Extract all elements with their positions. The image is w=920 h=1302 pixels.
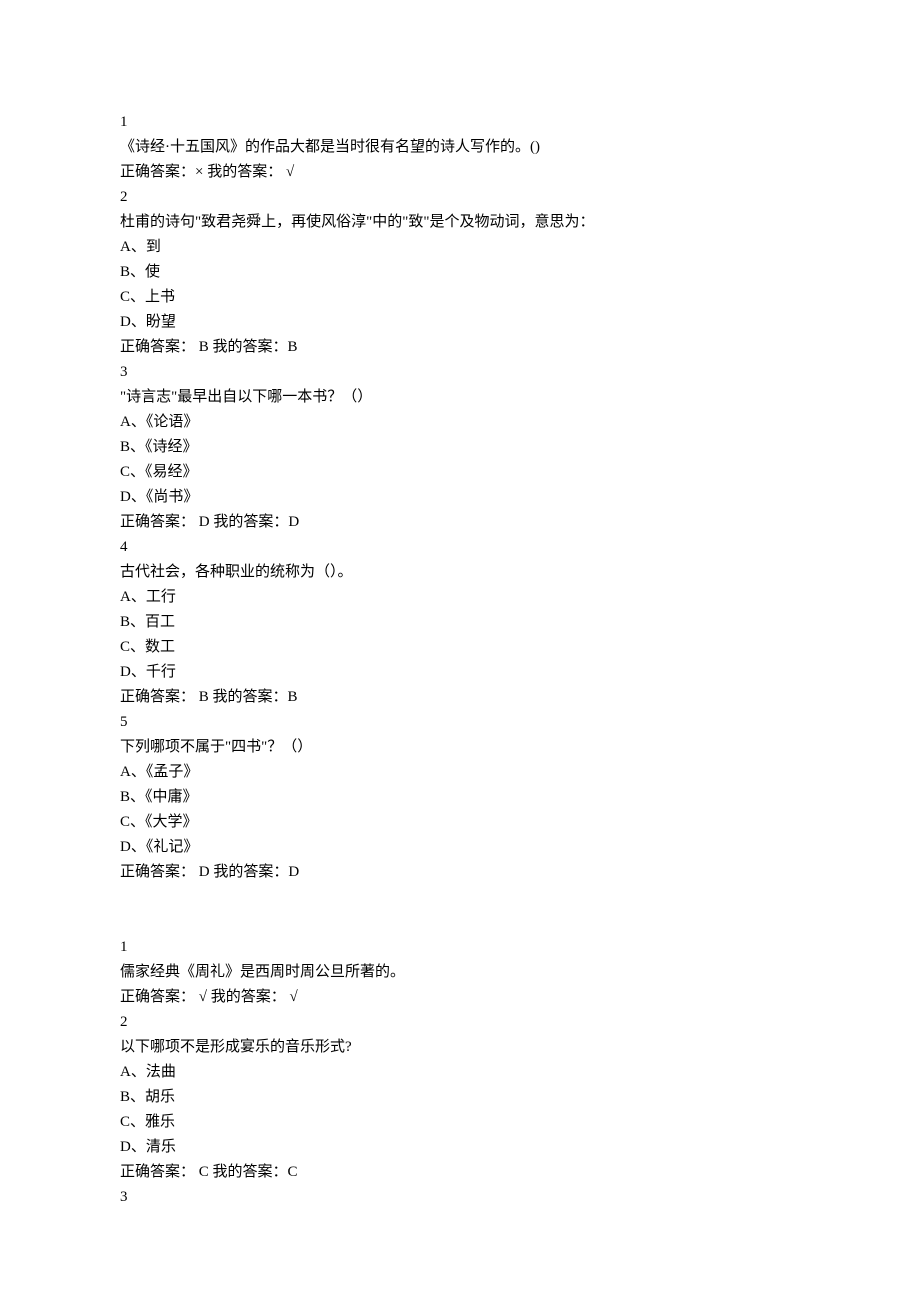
option-a: A、《论语》 (120, 410, 800, 434)
option-a: A、工行 (120, 585, 800, 609)
question-number: 5 (120, 710, 800, 734)
answer-line: 正确答案： C 我的答案：C (120, 1160, 800, 1184)
answer-line: 正确答案： D 我的答案：D (120, 860, 800, 884)
s1-q4: 4 古代社会，各种职业的统称为（）。 A、工行 B、百工 C、数工 D、千行 正… (120, 535, 800, 709)
option-c: C、《易经》 (120, 460, 800, 484)
option-d: D、千行 (120, 660, 800, 684)
quiz-document: 1 《诗经·十五国风》的作品大都是当时很有名望的诗人写作的。() 正确答案：× … (120, 110, 800, 1209)
options: A、《孟子》 B、《中庸》 C、《大学》 D、《礼记》 (120, 760, 800, 859)
question-text: 杜甫的诗句"致君尧舜上，再使风俗淳"中的"致"是个及物动词，意思为： (120, 210, 800, 234)
options: A、到 B、使 C、上书 D、盼望 (120, 235, 800, 334)
answer-line: 正确答案：× 我的答案： √ (120, 160, 800, 184)
option-a: A、法曲 (120, 1060, 800, 1084)
option-d: D、《尚书》 (120, 485, 800, 509)
question-number: 4 (120, 535, 800, 559)
option-b: B、使 (120, 260, 800, 284)
option-d: D、清乐 (120, 1135, 800, 1159)
s2-q2: 2 以下哪项不是形成宴乐的音乐形式? A、法曲 B、胡乐 C、雅乐 D、清乐 正… (120, 1010, 800, 1184)
option-b: B、《中庸》 (120, 785, 800, 809)
question-text: 下列哪项不属于"四书"？（） (120, 735, 800, 759)
option-c: C、数工 (120, 635, 800, 659)
option-b: B、胡乐 (120, 1085, 800, 1109)
question-text: "诗言志"最早出自以下哪一本书？（） (120, 385, 800, 409)
s2-q1: 1 儒家经典《周礼》是西周时周公旦所著的。 正确答案： √ 我的答案： √ (120, 935, 800, 1009)
s1-q5: 5 下列哪项不属于"四书"？（） A、《孟子》 B、《中庸》 C、《大学》 D、… (120, 710, 800, 884)
s1-q1: 1 《诗经·十五国风》的作品大都是当时很有名望的诗人写作的。() 正确答案：× … (120, 110, 800, 184)
question-number: 1 (120, 110, 800, 134)
section-divider (120, 885, 800, 935)
s2-q3: 3 (120, 1185, 800, 1209)
answer-line: 正确答案： B 我的答案：B (120, 335, 800, 359)
question-number: 2 (120, 185, 800, 209)
option-d: D、盼望 (120, 310, 800, 334)
question-number: 3 (120, 360, 800, 384)
question-text: 古代社会，各种职业的统称为（）。 (120, 560, 800, 584)
question-number: 1 (120, 935, 800, 959)
s1-q3: 3 "诗言志"最早出自以下哪一本书？（） A、《论语》 B、《诗经》 C、《易经… (120, 360, 800, 534)
question-text: 儒家经典《周礼》是西周时周公旦所著的。 (120, 960, 800, 984)
option-a: A、《孟子》 (120, 760, 800, 784)
answer-line: 正确答案： √ 我的答案： √ (120, 985, 800, 1009)
question-number: 2 (120, 1010, 800, 1034)
option-b: B、百工 (120, 610, 800, 634)
option-c: C、雅乐 (120, 1110, 800, 1134)
option-c: C、上书 (120, 285, 800, 309)
option-b: B、《诗经》 (120, 435, 800, 459)
option-c: C、《大学》 (120, 810, 800, 834)
s1-q2: 2 杜甫的诗句"致君尧舜上，再使风俗淳"中的"致"是个及物动词，意思为： A、到… (120, 185, 800, 359)
options: A、工行 B、百工 C、数工 D、千行 (120, 585, 800, 684)
answer-line: 正确答案： D 我的答案：D (120, 510, 800, 534)
answer-line: 正确答案： B 我的答案：B (120, 685, 800, 709)
question-text: 《诗经·十五国风》的作品大都是当时很有名望的诗人写作的。() (120, 135, 800, 159)
option-a: A、到 (120, 235, 800, 259)
options: A、法曲 B、胡乐 C、雅乐 D、清乐 (120, 1060, 800, 1159)
question-text: 以下哪项不是形成宴乐的音乐形式? (120, 1035, 800, 1059)
question-number: 3 (120, 1185, 800, 1209)
options: A、《论语》 B、《诗经》 C、《易经》 D、《尚书》 (120, 410, 800, 509)
option-d: D、《礼记》 (120, 835, 800, 859)
